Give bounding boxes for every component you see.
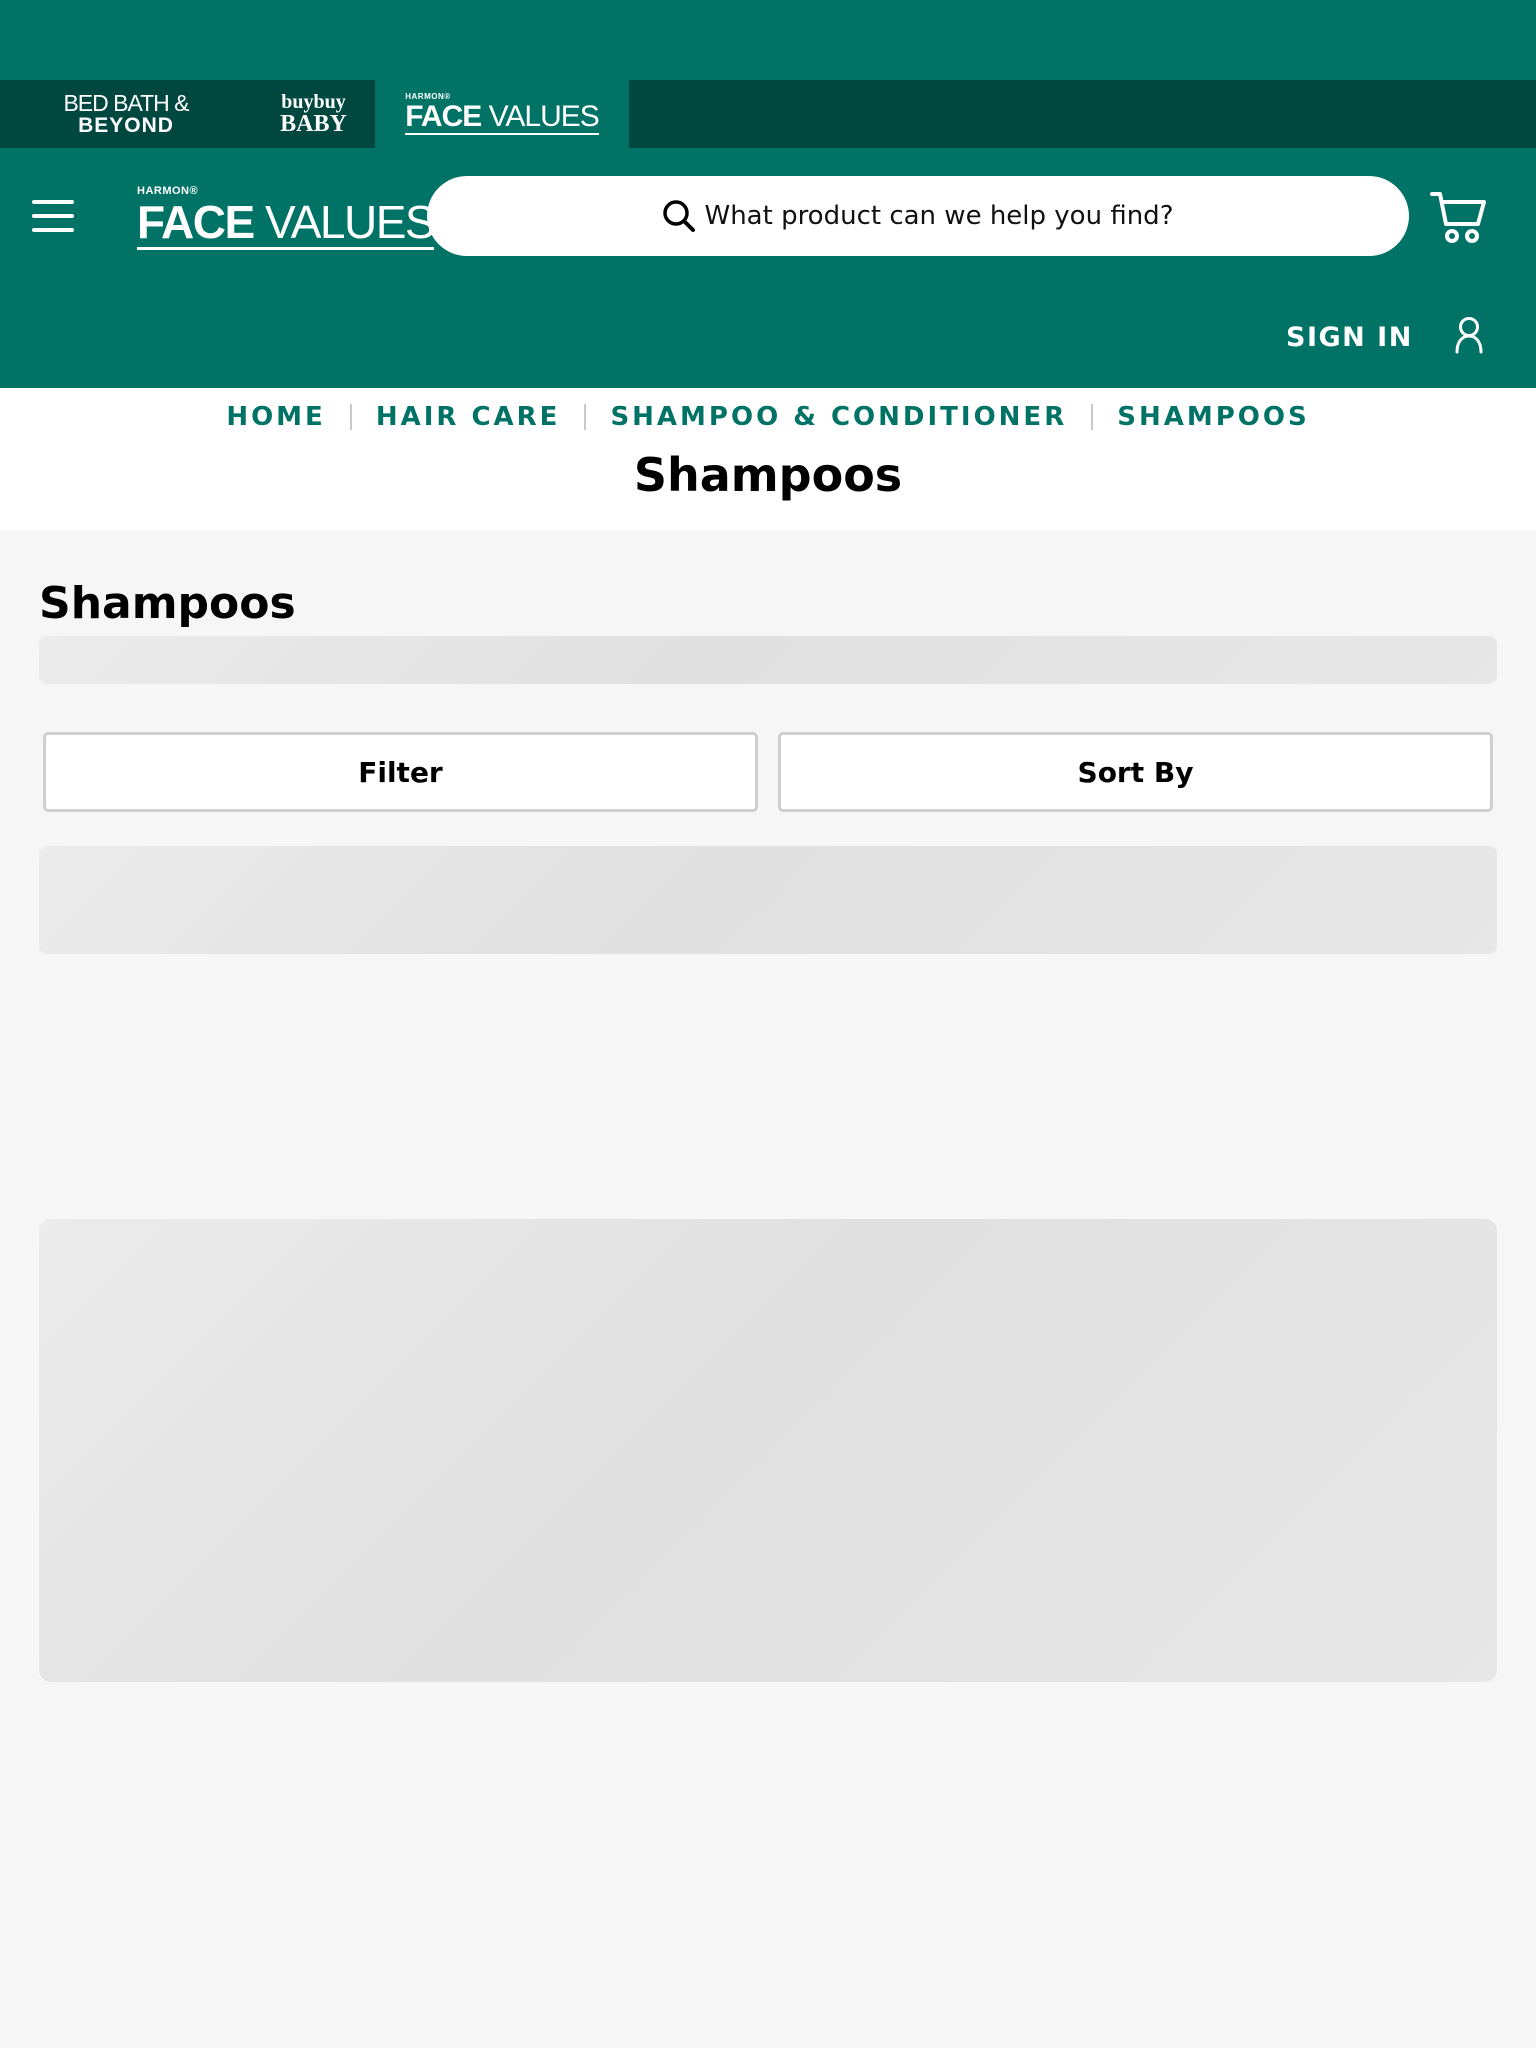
breadcrumb-separator	[1091, 404, 1094, 430]
fv-wordmark: FACE VALUES	[405, 100, 600, 135]
baby-logo-line2: BABY	[280, 111, 347, 137]
breadcrumb-shampoo-conditioner[interactable]: SHAMPOO & CONDITIONER	[610, 402, 1067, 432]
logo-wordmark: FACE VALUES	[137, 196, 436, 250]
breadcrumb-hair-care[interactable]: HAIR CARE	[376, 402, 561, 432]
filter-button[interactable]: Filter	[43, 732, 758, 812]
search-input[interactable]: What product can we help you find?	[427, 176, 1409, 256]
loading-placeholder	[39, 1219, 1497, 1682]
breadcrumb-shampoos[interactable]: SHAMPOOS	[1117, 402, 1309, 432]
menu-icon[interactable]	[32, 200, 74, 232]
breadcrumb-separator	[584, 404, 587, 430]
brand-tab-face-values[interactable]: HARMON® FACE VALUES	[375, 80, 629, 148]
bbb-logo-line2: BEYOND	[78, 114, 174, 137]
logo-values-text: VALUES	[253, 196, 436, 248]
logo-face-text: FACE	[137, 196, 255, 248]
cart-icon[interactable]	[1430, 190, 1488, 244]
fv-face-text: FACE	[405, 100, 482, 133]
site-header: HARMON® FACE VALUES What product can we …	[0, 148, 1536, 388]
brand-tab-bed-bath-beyond[interactable]: BED BATH & BEYOND	[0, 80, 252, 148]
baby-logo-line1: buybuy	[281, 91, 346, 113]
face-values-logo[interactable]: HARMON® FACE VALUES	[137, 186, 436, 250]
loading-placeholder	[39, 846, 1497, 954]
breadcrumb-area: HOME HAIR CARE SHAMPOO & CONDITIONER SHA…	[0, 388, 1536, 530]
page-title: Shampoos	[633, 448, 903, 502]
search-placeholder: What product can we help you find?	[704, 201, 1174, 231]
section-title: Shampoos	[39, 578, 296, 629]
breadcrumb-separator	[349, 404, 352, 430]
sort-by-button[interactable]: Sort By	[778, 732, 1493, 812]
brand-switcher: BED BATH & BEYOND buybuy BABY HARMON® FA…	[0, 80, 1536, 148]
sign-in-link[interactable]: SIGN IN	[1286, 322, 1413, 353]
face-values-small-logo: HARMON® FACE VALUES	[405, 93, 600, 135]
bbb-logo-line1: BED BATH &	[63, 90, 189, 116]
breadcrumb-home[interactable]: HOME	[226, 402, 326, 432]
promo-banner	[0, 0, 1536, 80]
fv-values-text: VALUES	[481, 100, 600, 133]
breadcrumb: HOME HAIR CARE SHAMPOO & CONDITIONER SHA…	[0, 402, 1536, 432]
loading-placeholder	[39, 636, 1497, 684]
user-icon[interactable]	[1454, 316, 1484, 354]
search-icon	[663, 200, 696, 232]
brand-tab-buybuy-baby[interactable]: buybuy BABY	[252, 80, 375, 148]
